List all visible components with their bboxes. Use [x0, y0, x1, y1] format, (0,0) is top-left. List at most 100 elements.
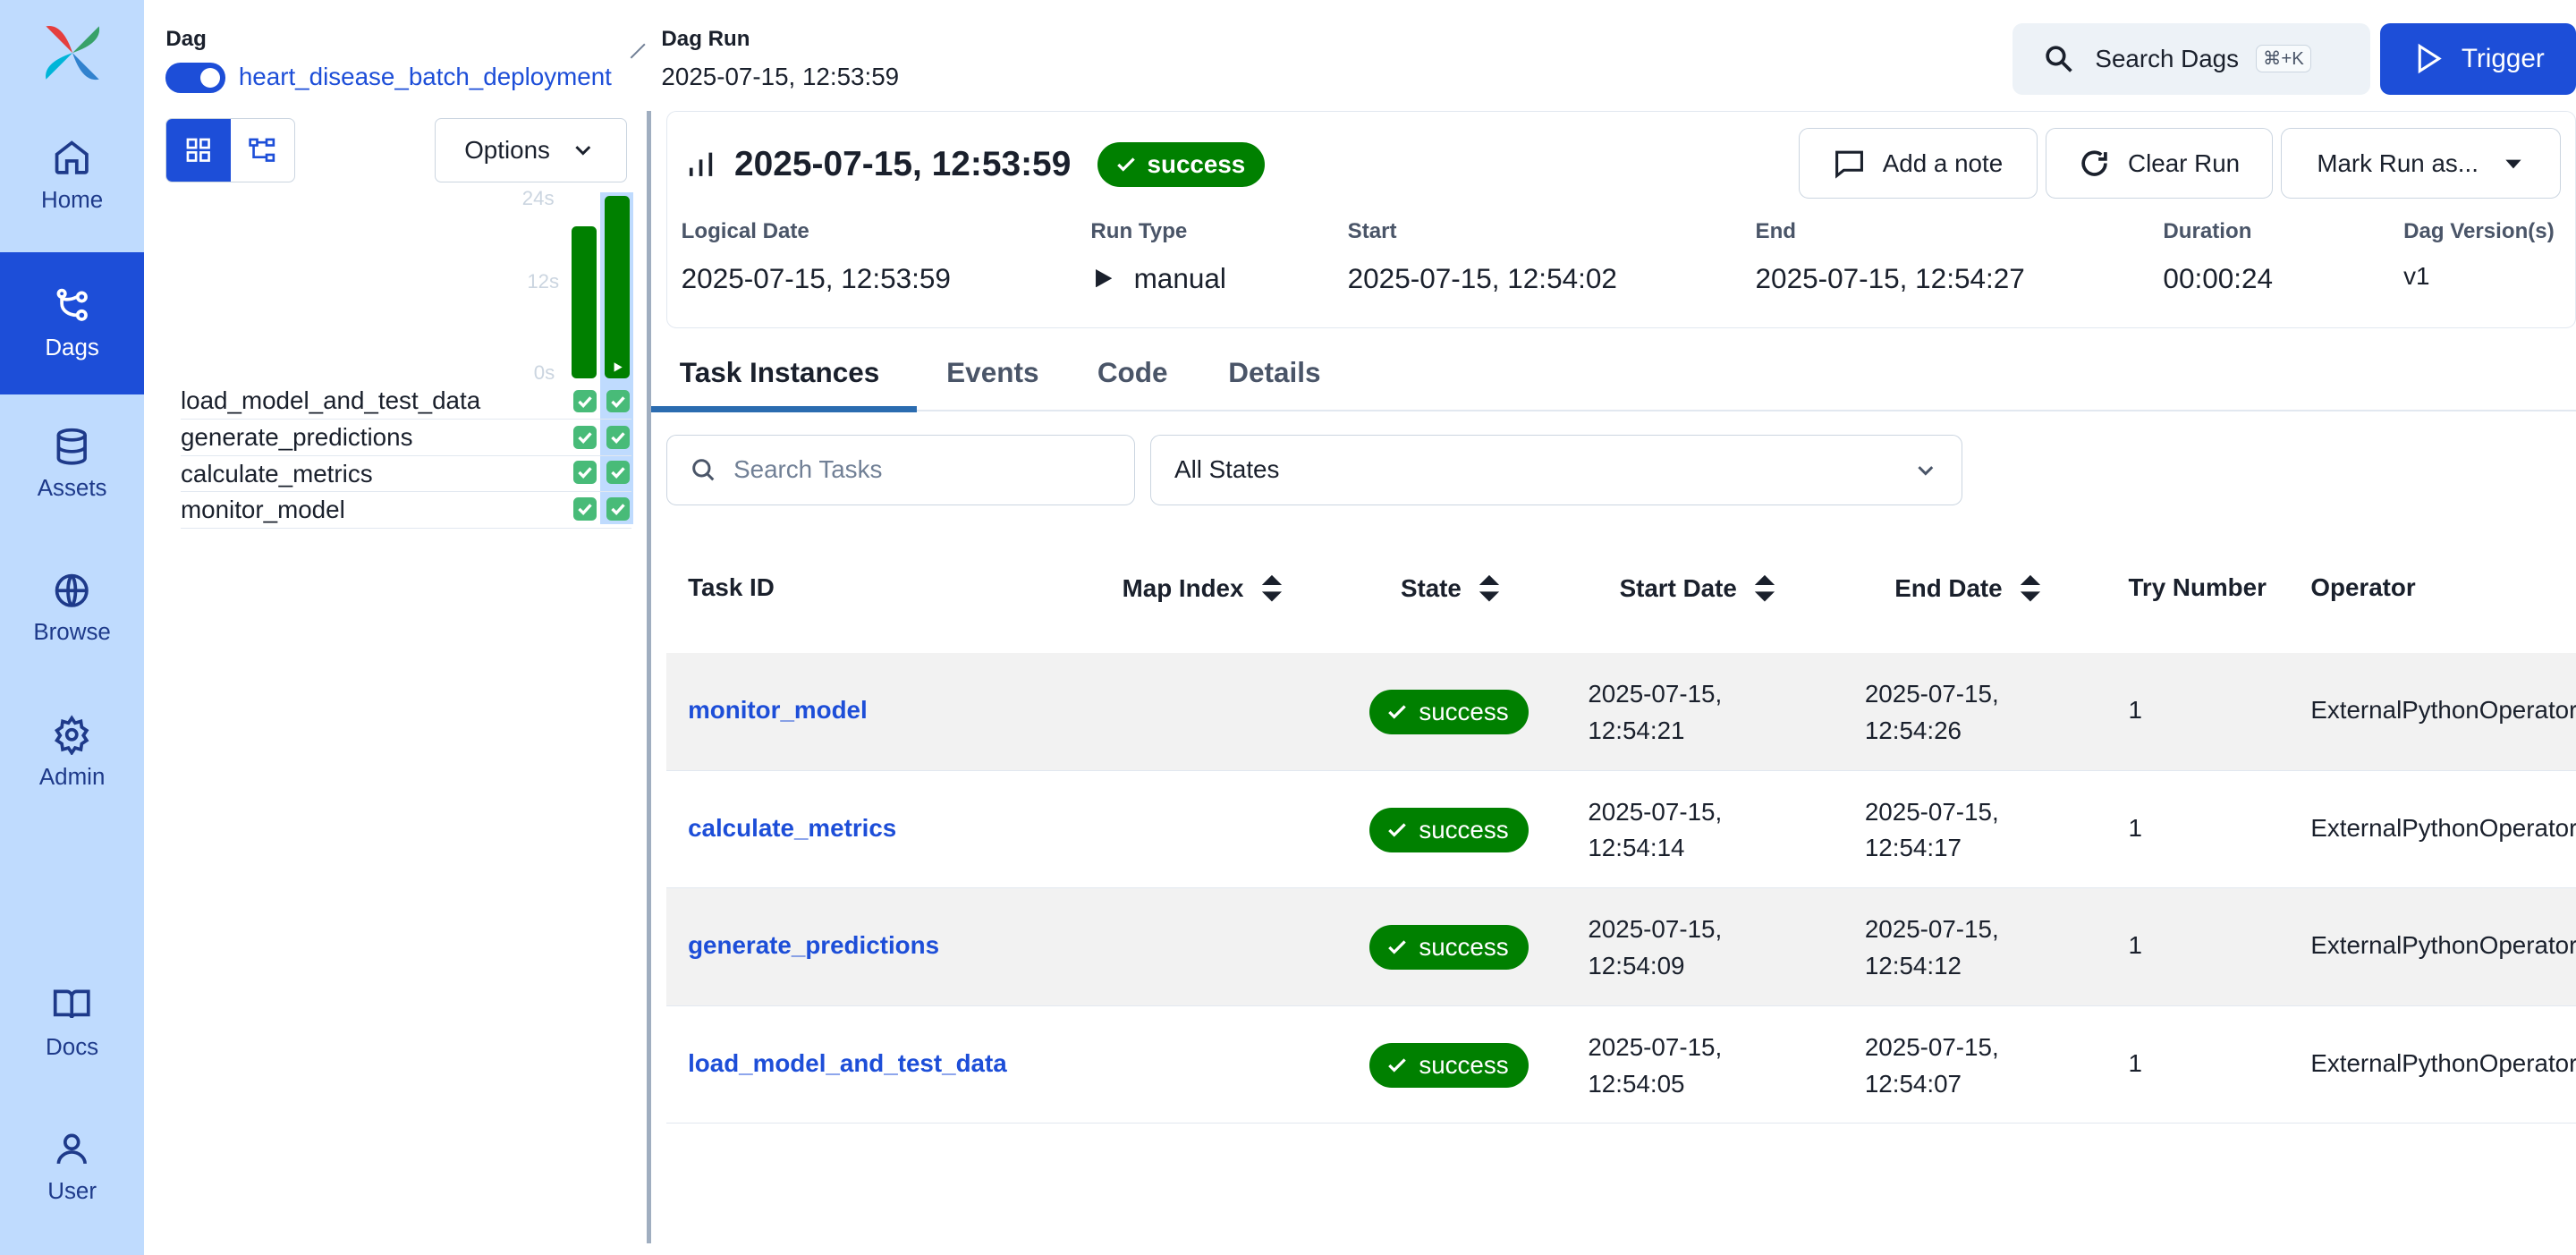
- tab-details[interactable]: Details: [1228, 356, 1320, 389]
- sort-icon: [1479, 575, 1500, 602]
- run-title: 2025-07-15, 12:53:59 success: [684, 142, 1266, 188]
- column-header-operator[interactable]: Operator: [2310, 573, 2415, 602]
- clear-run-label: Clear Run: [2128, 148, 2241, 177]
- panel-resize-handle[interactable]: [646, 111, 652, 1243]
- breadcrumb-dag-run-value: 2025-07-15, 12:53:59: [661, 63, 900, 91]
- trigger-button[interactable]: Trigger: [2380, 22, 2576, 95]
- try-number-cell: 1: [2128, 813, 2142, 842]
- breadcrumb-dag-link[interactable]: heart_disease_batch_deployment: [239, 63, 612, 91]
- grid-task-row[interactable]: monitor_model: [180, 492, 632, 530]
- column-header-state[interactable]: State: [1401, 573, 1501, 603]
- check-icon: [1388, 822, 1407, 837]
- chevron-down-icon: [1917, 465, 1933, 476]
- sort-icon: [2020, 575, 2041, 602]
- grid-task-row[interactable]: load_model_and_test_data: [180, 383, 632, 420]
- task-status-success-cell[interactable]: [573, 426, 597, 450]
- check-icon: [1116, 157, 1135, 173]
- task-id-link[interactable]: calculate_metrics: [688, 814, 896, 843]
- try-number-cell: 1: [2128, 931, 2142, 960]
- run-title-text: 2025-07-15, 12:53:59: [733, 145, 1072, 184]
- start-date-cell: 2025-07-15, 12:54:05: [1588, 1032, 1723, 1098]
- breadcrumb-dag-run-label: Dag Run: [661, 26, 750, 51]
- play-small-icon: [614, 362, 623, 372]
- mark-run-as-button[interactable]: Mark Run as...: [2281, 127, 2562, 199]
- database-icon: [56, 428, 88, 465]
- nav-dags[interactable]: Dags: [0, 251, 145, 395]
- state-filter-select[interactable]: All States: [1150, 434, 1963, 506]
- nav-user[interactable]: User: [0, 1101, 144, 1234]
- task-id-link[interactable]: monitor_model: [688, 696, 868, 725]
- task-status-success-cell[interactable]: [606, 426, 631, 450]
- nav-docs[interactable]: Docs: [0, 956, 144, 1089]
- search-icon: [2046, 46, 2072, 72]
- status-badge: success: [1097, 142, 1266, 188]
- grid-view-button[interactable]: [166, 118, 231, 182]
- task-status-success-cell[interactable]: [606, 461, 631, 485]
- nav-admin[interactable]: Admin: [0, 686, 144, 818]
- check-icon: [611, 432, 625, 445]
- grid-task-row[interactable]: generate_predictions: [180, 420, 632, 456]
- nav-admin-label: Admin: [38, 764, 106, 790]
- nav-home[interactable]: Home: [0, 109, 144, 242]
- grid-task-name: calculate_metrics: [180, 459, 373, 488]
- clear-run-button[interactable]: Clear Run: [2045, 127, 2273, 199]
- options-dropdown[interactable]: Options: [434, 117, 627, 182]
- meta-logical-date-value: 2025-07-15, 12:53:59: [681, 261, 951, 294]
- grid-axis-min: 0s: [533, 360, 555, 384]
- search-tasks-input[interactable]: [733, 455, 1098, 485]
- state-filter-value: All States: [1174, 455, 1280, 484]
- grid-task-row[interactable]: calculate_metrics: [180, 456, 632, 493]
- check-icon: [611, 467, 625, 479]
- add-note-label: Add a note: [1882, 148, 2004, 177]
- run-duration-bar[interactable]: [572, 225, 597, 378]
- tab-task-instances[interactable]: Task Instances: [680, 356, 880, 389]
- task-id-link[interactable]: load_model_and_test_data: [688, 1049, 1007, 1078]
- nav-user-label: User: [47, 1178, 97, 1204]
- task-status-success-cell[interactable]: [573, 461, 597, 485]
- trigger-label: Trigger: [2461, 43, 2545, 73]
- column-header-task-id[interactable]: Task ID: [688, 573, 775, 602]
- task-status-success-cell[interactable]: [573, 496, 597, 521]
- airflow-logo-icon[interactable]: [39, 20, 106, 86]
- task-status-success-cell[interactable]: [606, 389, 631, 413]
- state-badge: success: [1368, 1042, 1529, 1088]
- try-number-cell: 1: [2128, 1049, 2142, 1078]
- try-number-cell: 1: [2128, 696, 2142, 725]
- add-note-button[interactable]: Add a note: [1798, 127, 2038, 199]
- task-id-link[interactable]: generate_predictions: [688, 931, 939, 960]
- grid-axis-mid: 12s: [527, 270, 560, 293]
- left-nav: Home Dags Assets Browse Admin Docs User: [0, 0, 145, 1255]
- grid-task-name: generate_predictions: [180, 422, 413, 451]
- task-status-success-cell[interactable]: [573, 389, 597, 413]
- meta-dag-version-value: v1: [2403, 261, 2430, 290]
- task-status-success-cell[interactable]: [606, 496, 631, 521]
- column-header-start-date[interactable]: Start Date: [1620, 573, 1777, 603]
- sort-icon: [1261, 575, 1283, 602]
- status-badge-label: success: [1147, 150, 1246, 179]
- column-header-try-number[interactable]: Try Number: [2129, 573, 2267, 602]
- dag-pause-toggle[interactable]: [165, 63, 226, 93]
- nav-docs-label: Docs: [46, 1034, 99, 1060]
- end-date-cell: 2025-07-15, 12:54:17: [1864, 797, 1999, 862]
- start-date-cell: 2025-07-15, 12:54:21: [1588, 680, 1723, 744]
- meta-run-type-value: manual: [1133, 261, 1226, 294]
- column-header-map-index[interactable]: Map Index: [1123, 573, 1284, 603]
- comment-icon: [1835, 150, 1864, 179]
- tab-code[interactable]: Code: [1097, 356, 1168, 389]
- book-icon: [54, 989, 90, 1019]
- nav-home-label: Home: [41, 187, 104, 213]
- nav-browse[interactable]: Browse: [0, 542, 144, 674]
- meta-run-type-label: Run Type: [1090, 218, 1188, 243]
- nav-browse-label: Browse: [33, 620, 111, 646]
- meta-duration-label: Duration: [2163, 218, 2252, 243]
- tab-events[interactable]: Events: [946, 356, 1038, 389]
- search-dags-button[interactable]: Search Dags ⌘+K: [2012, 22, 2371, 95]
- breadcrumb-dag-label: Dag: [165, 26, 207, 51]
- nav-assets[interactable]: Assets: [0, 398, 144, 530]
- run-duration-bar-selected[interactable]: [605, 195, 631, 378]
- graph-view-button[interactable]: [231, 119, 294, 182]
- tabs-divider: [651, 409, 2576, 411]
- column-header-end-date[interactable]: End Date: [1894, 573, 2042, 603]
- table-row: load_model_and_test_data success 2025-07-1…: [665, 1006, 2576, 1124]
- state-badge-label: success: [1419, 815, 1509, 844]
